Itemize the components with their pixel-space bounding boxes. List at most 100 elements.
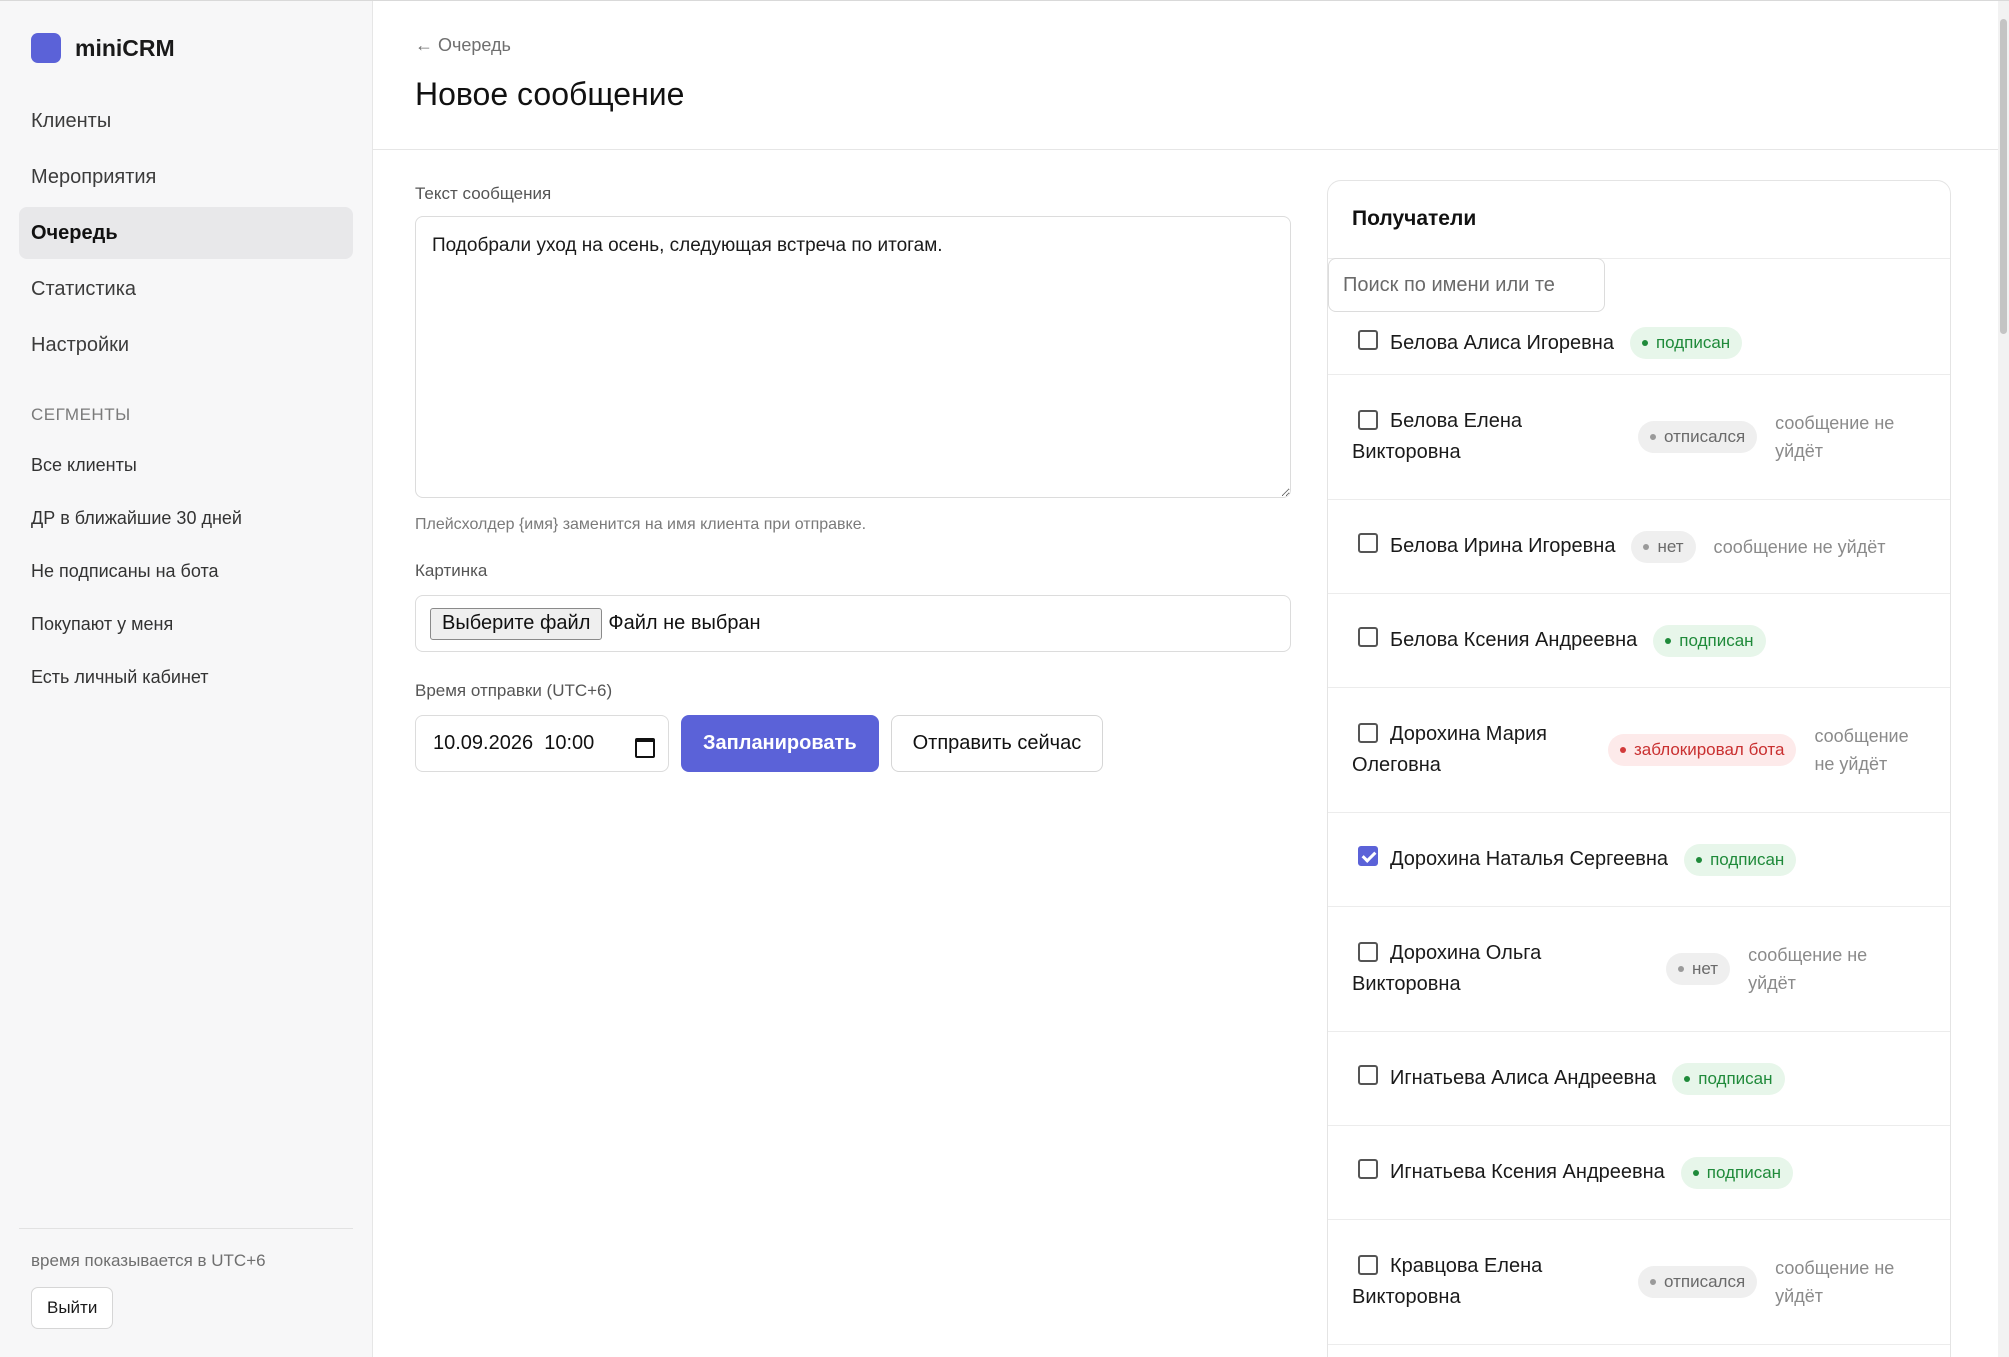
delivery-warning: сообщение не уйдёт	[1775, 413, 1895, 461]
app-name: miniCRM	[75, 34, 175, 61]
delivery-warning: сообщение не уйдёт	[1713, 536, 1886, 557]
file-input: Выберите файл Файл не выбран	[415, 595, 1291, 652]
status-label: нет	[1692, 959, 1719, 978]
schedule-button[interactable]: Запланировать	[681, 715, 879, 772]
recipient-name: Белова Ксения Андреевна	[1390, 629, 1638, 651]
recipient-checkbox[interactable]	[1358, 942, 1378, 962]
recipient-name: Игнатьева Алиса Андреевна	[1390, 1067, 1657, 1089]
recipient-checkbox[interactable]	[1358, 846, 1378, 866]
logo-icon	[31, 33, 61, 63]
status-label: нет	[1657, 536, 1684, 556]
calendar-icon[interactable]	[634, 735, 655, 758]
recipients-title: Получатели	[1328, 181, 1950, 259]
nav-item-events[interactable]: Мероприятия	[19, 151, 353, 203]
recipient-checkbox[interactable]	[1358, 533, 1378, 553]
status-badge: нет	[1666, 953, 1731, 985]
recipient-checkbox[interactable]	[1358, 723, 1378, 743]
page-title: Новое сообщение	[415, 76, 685, 112]
main-area: ← Очередь Новое сообщение Текст сообщени…	[373, 1, 2009, 1357]
recipient-name: Белова Алиса Игоревна	[1390, 331, 1614, 354]
recipient-name: Игнатьева Ксения Андреевна	[1390, 1161, 1665, 1183]
recipient-row[interactable]: Кравцова Елена Викторовна отписался сооб…	[1328, 1220, 1950, 1345]
nav-item-clients[interactable]: Клиенты	[19, 95, 353, 147]
status-badge: подписан	[1629, 327, 1743, 359]
recipients-list: Белова Алиса Игоревна подписан Белова Ел…	[1328, 312, 1950, 1345]
status-dot-icon	[1643, 543, 1650, 550]
recipient-row[interactable]: Игнатьева Алиса Андреевна подписан	[1328, 1032, 1950, 1126]
segment-has-account[interactable]: Есть личный кабинет	[19, 651, 353, 704]
timezone-note: время показывается в UTC+6	[31, 1251, 266, 1270]
status-badge: подписан	[1684, 843, 1797, 876]
nav-item-label: Настройки	[31, 333, 130, 356]
status-badge: отписался	[1638, 421, 1758, 453]
status-label: подписан	[1655, 333, 1731, 352]
recipient-row[interactable]: Белова Ирина Игоревна нет сообщение не у…	[1328, 500, 1950, 594]
segment-all-clients[interactable]: Все клиенты	[19, 439, 353, 492]
status-badge: нет	[1631, 530, 1696, 563]
recipient-name: Дорохина Наталья Сергеевна	[1390, 848, 1669, 870]
status-label: подписан	[1706, 1162, 1782, 1182]
app-window: miniCRM Клиенты Мероприятия Очередь Стат…	[0, 0, 2009, 1357]
breadcrumb-back-link[interactable]: ← Очередь	[415, 35, 2009, 56]
brand[interactable]: miniCRM	[19, 31, 353, 65]
recipient-checkbox[interactable]	[1358, 627, 1378, 647]
recipient-checkbox[interactable]	[1358, 1159, 1378, 1179]
send-now-button[interactable]: Отправить сейчас	[890, 715, 1104, 772]
status-label: подписан	[1710, 849, 1785, 869]
status-dot-icon	[1678, 966, 1684, 972]
recipient-checkbox[interactable]	[1358, 410, 1378, 430]
sidebar-footer: время показывается в UTC+6 Выйти	[19, 1228, 353, 1357]
recipient-row[interactable]: Дорохина Мария Олеговна заблокировал бот…	[1328, 688, 1950, 813]
recipient-row[interactable]: Дорохина Ольга Викторовна нет сообщение …	[1328, 907, 1950, 1032]
recipient-checkbox[interactable]	[1358, 329, 1378, 350]
recipient-row[interactable]: Белова Алиса Игоревна подписан	[1328, 312, 1950, 375]
delivery-warning: сообщение не уйдёт	[1775, 1258, 1895, 1306]
nav-item-label: Мероприятия	[31, 165, 157, 188]
message-textarea[interactable]: Подобрали уход на осень, следующая встре…	[415, 216, 1291, 498]
logout-button[interactable]: Выйти	[31, 1287, 114, 1329]
message-form: Текст сообщения Подобрали уход на осень,…	[415, 184, 1291, 772]
status-badge: подписан	[1653, 624, 1766, 657]
status-dot-icon	[1665, 637, 1672, 644]
nav-item-label: Очередь	[31, 221, 118, 244]
choose-file-button[interactable]: Выберите файл	[430, 607, 603, 640]
placeholder-hint: Плейсхолдер {имя} заменится на имя клиен…	[415, 516, 867, 533]
recipient-row[interactable]: Белова Ксения Андреевна подписан	[1328, 594, 1950, 688]
recipient-name: Дорохина Ольга Викторовна	[1352, 942, 1542, 995]
nav-item-stats[interactable]: Статистика	[19, 263, 353, 315]
status-label: заблокировал бота	[1634, 740, 1785, 759]
recipient-row[interactable]: Дорохина Наталья Сергеевна подписан	[1328, 813, 1950, 907]
delivery-warning: сообщение не уйдёт	[1814, 726, 1909, 774]
nav-item-settings[interactable]: Настройки	[19, 319, 353, 371]
datetime-value: 10.09.2026 10:00	[433, 732, 595, 754]
sidebar: miniCRM Клиенты Мероприятия Очередь Стат…	[0, 1, 373, 1357]
nav-item-label: Статистика	[31, 277, 137, 300]
status-badge: подписан	[1672, 1062, 1785, 1095]
page-header: ← Очередь Новое сообщение	[373, 1, 2009, 150]
status-badge: подписан	[1680, 1156, 1794, 1189]
recipient-checkbox[interactable]	[1358, 1065, 1378, 1085]
recipient-row[interactable]: Белова Елена Викторовна отписался сообще…	[1328, 375, 1950, 500]
nav-item-label: Клиенты	[31, 109, 112, 132]
recipient-row[interactable]: Игнатьева Ксения Андреевна подписан	[1328, 1126, 1950, 1220]
datetime-input[interactable]: 10.09.2026 10:00	[415, 715, 669, 772]
status-badge: заблокировал бота	[1608, 734, 1797, 766]
page-scrollbar[interactable]	[1998, 1, 2009, 1357]
message-label: Текст сообщения	[415, 184, 552, 203]
nav-item-queue[interactable]: Очередь	[19, 207, 353, 259]
status-dot-icon	[1684, 1075, 1691, 1082]
status-dot-icon	[1641, 340, 1648, 346]
recipient-checkbox[interactable]	[1358, 1255, 1378, 1275]
segment-buy-from-me[interactable]: Покупают у меня	[19, 598, 353, 651]
image-label: Картинка	[415, 561, 488, 580]
status-label: отписался	[1664, 427, 1746, 446]
segment-birthdays[interactable]: ДР в ближайшие 30 дней	[19, 492, 353, 545]
segments-list: Все клиенты ДР в ближайшие 30 дней Не по…	[19, 439, 353, 704]
scrollbar-thumb[interactable]	[2000, 19, 2007, 334]
segment-not-subscribed[interactable]: Не подписаны на бота	[19, 545, 353, 598]
recipients-panel: Получатели Белова Алиса Игоревна подписа…	[1327, 180, 1951, 1357]
main-nav: Клиенты Мероприятия Очередь Статистика Н…	[19, 95, 353, 371]
status-label: подписан	[1698, 1068, 1773, 1088]
recipients-search-input[interactable]	[1328, 258, 1605, 312]
status-dot-icon	[1620, 747, 1626, 753]
